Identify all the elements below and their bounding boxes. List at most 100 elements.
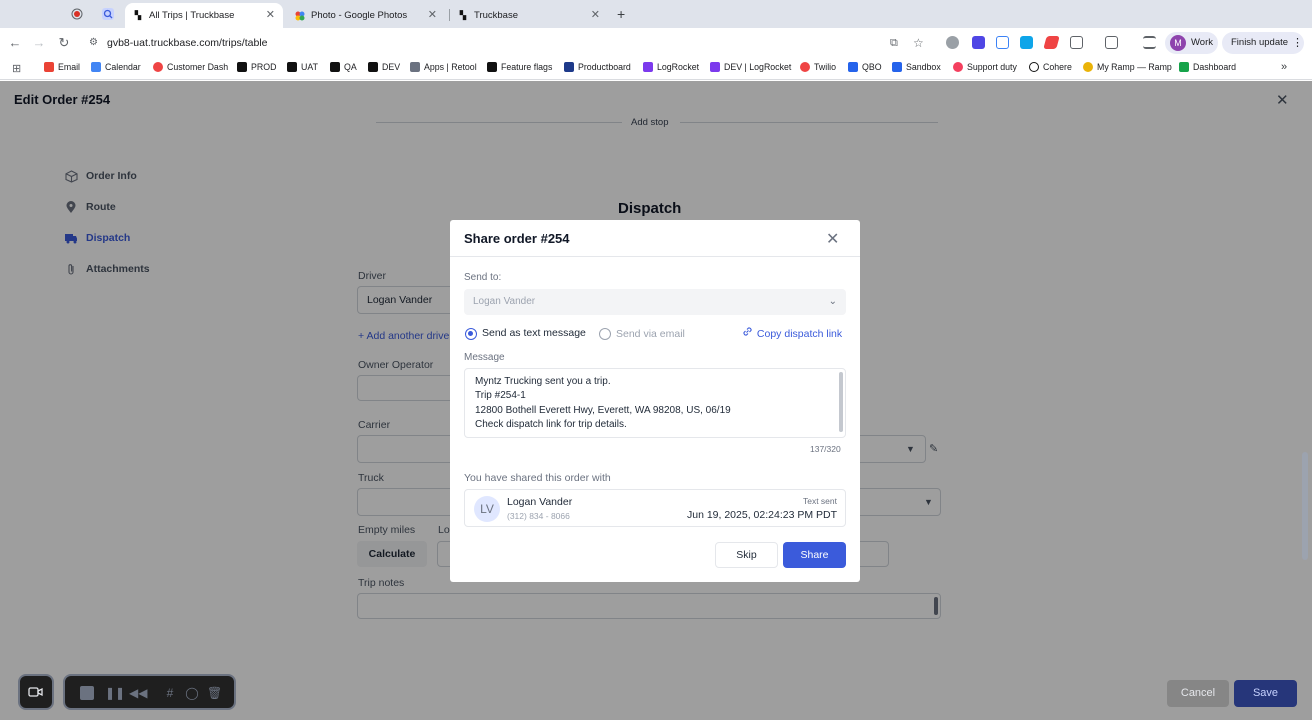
bookmark-qa[interactable]: QA bbox=[330, 62, 357, 72]
kebab-menu-icon[interactable]: ⋮ bbox=[1292, 32, 1303, 54]
bookmark-retool[interactable]: Apps | Retool bbox=[410, 62, 477, 72]
bookmark-qbo[interactable]: QBO bbox=[848, 62, 882, 72]
stop-icon[interactable] bbox=[80, 686, 94, 700]
tab-truckbase[interactable]: ▚ Truckbase ✕ bbox=[450, 3, 608, 28]
bookmark-twilio[interactable]: Twilio bbox=[800, 62, 836, 72]
bookmark-uat[interactable]: UAT bbox=[287, 62, 318, 72]
reload-icon[interactable]: ↻ bbox=[56, 35, 72, 51]
bookmark-prod[interactable]: PROD bbox=[237, 62, 276, 72]
email-label[interactable]: Send via email bbox=[616, 328, 685, 340]
recipient-value: Logan Vander bbox=[473, 296, 536, 307]
bookmark-productboard[interactable]: Productboard bbox=[564, 62, 631, 72]
site-settings-icon[interactable]: ⚙ bbox=[89, 32, 98, 54]
flag-icon bbox=[487, 62, 497, 72]
bookmark-cohere[interactable]: Cohere bbox=[1029, 62, 1072, 72]
gmail-icon bbox=[44, 62, 54, 72]
share-button[interactable]: Share bbox=[783, 542, 846, 568]
bookmark-support-duty[interactable]: Support duty bbox=[953, 62, 1017, 72]
skip-button[interactable]: Skip bbox=[715, 542, 778, 568]
qbo-icon bbox=[848, 62, 858, 72]
text-message-label[interactable]: Send as text message bbox=[482, 327, 586, 339]
bookmark-ramp[interactable]: My Ramp — Ramp bbox=[1083, 62, 1172, 72]
recipient-select[interactable]: Logan Vander ⌄ bbox=[464, 289, 846, 315]
apps-grid-icon[interactable]: ⊞ bbox=[12, 62, 21, 75]
bookmark-label: LogRocket bbox=[657, 62, 700, 72]
send-to-label: Send to: bbox=[464, 272, 502, 283]
close-tab-icon[interactable]: ✕ bbox=[428, 8, 437, 21]
dialog-title: Share order #254 bbox=[464, 231, 570, 246]
profile-name: Work bbox=[1191, 37, 1213, 48]
bookmark-label: Cohere bbox=[1043, 62, 1072, 72]
tab-title: Photo - Google Photos bbox=[311, 10, 408, 21]
close-tab-icon[interactable]: ✕ bbox=[266, 8, 275, 21]
extension-badge-icon[interactable] bbox=[972, 36, 985, 49]
email-radio[interactable] bbox=[599, 328, 611, 340]
message-textarea[interactable]: Myntz Trucking sent you a trip. Trip #25… bbox=[464, 368, 846, 438]
bookmarks-bar: ⊞ Email Calendar Customer Dash PROD UAT … bbox=[0, 58, 1312, 80]
back-icon[interactable]: ← bbox=[7, 35, 23, 51]
message-line: Check dispatch link for trip details. bbox=[475, 418, 627, 430]
bookmark-label: QA bbox=[344, 62, 357, 72]
search-tab-icon[interactable] bbox=[101, 7, 115, 21]
more-bookmarks-icon[interactable]: » bbox=[1281, 61, 1287, 73]
close-tab-icon[interactable]: ✕ bbox=[591, 8, 600, 21]
recorder-camera-button[interactable] bbox=[18, 674, 54, 710]
bookmark-logrocket[interactable]: LogRocket bbox=[643, 62, 699, 72]
extension-globe-icon[interactable] bbox=[946, 36, 959, 49]
extension-ramp-icon[interactable] bbox=[1043, 36, 1060, 49]
bookmark-customer-dash[interactable]: Customer Dash bbox=[153, 62, 228, 72]
rewind-icon[interactable]: ◀◀ bbox=[129, 686, 147, 700]
tab-google-photos[interactable]: Photo - Google Photos ✕ bbox=[287, 3, 445, 28]
bookmark-label: PROD bbox=[251, 62, 277, 72]
address-bar[interactable]: ⚙ gvb8-uat.truckbase.com/trips/table ⧉ ☆ bbox=[82, 32, 942, 54]
truckbase-icon bbox=[237, 62, 247, 72]
bookmark-feature-flags[interactable]: Feature flags bbox=[487, 62, 552, 72]
bookmark-sandbox[interactable]: Sandbox bbox=[892, 62, 941, 72]
page-scrollbar[interactable] bbox=[1302, 452, 1308, 560]
save-button[interactable]: Save bbox=[1234, 680, 1297, 707]
scrollbar[interactable] bbox=[839, 372, 843, 432]
forward-icon[interactable]: → bbox=[31, 35, 47, 51]
media-list-icon[interactable] bbox=[1143, 36, 1156, 49]
google-photos-icon bbox=[295, 11, 305, 21]
tab-all-trips[interactable]: ▚ All Trips | Truckbase ✕ bbox=[125, 3, 283, 28]
bookmark-label: UAT bbox=[301, 62, 318, 72]
twilio-icon bbox=[800, 62, 810, 72]
profile-button[interactable]: M Work bbox=[1165, 32, 1218, 54]
bookmark-calendar[interactable]: Calendar bbox=[91, 62, 141, 72]
close-icon[interactable]: ✕ bbox=[826, 229, 839, 249]
recorder-toolbar: ❚❚ ◀◀ # ◯ 🗑 bbox=[63, 674, 236, 710]
profile-avatar: M bbox=[1170, 35, 1186, 51]
grid-icon[interactable]: # bbox=[163, 686, 177, 700]
cancel-button[interactable]: Cancel bbox=[1167, 680, 1229, 707]
trash-icon[interactable]: 🗑 bbox=[207, 686, 222, 700]
chevron-down-icon: ⌄ bbox=[828, 296, 837, 307]
shared-with-label: You have shared this order with bbox=[464, 472, 611, 484]
extension-flag-icon[interactable] bbox=[1020, 36, 1033, 49]
new-tab-button[interactable]: + bbox=[617, 6, 625, 22]
text-message-radio[interactable] bbox=[465, 328, 477, 340]
bookmark-dashboard[interactable]: Dashboard bbox=[1179, 62, 1236, 72]
bookmark-email[interactable]: Email bbox=[44, 62, 80, 72]
record-icon[interactable] bbox=[70, 7, 84, 21]
bookmark-dev-logrocket[interactable]: DEV | LogRocket bbox=[710, 62, 791, 72]
logrocket-icon bbox=[643, 62, 653, 72]
truckbase-icon bbox=[330, 62, 340, 72]
finish-update-button[interactable]: Finish update ⋮ bbox=[1222, 32, 1304, 54]
bookmark-dev[interactable]: DEV bbox=[368, 62, 400, 72]
productboard-icon bbox=[564, 62, 574, 72]
pause-icon[interactable]: ❚❚ bbox=[105, 686, 125, 700]
cast-icon[interactable]: ⧉ bbox=[890, 32, 898, 54]
circle-icon[interactable]: ◯ bbox=[185, 686, 199, 700]
bookmark-label: Apps | Retool bbox=[424, 62, 477, 72]
sandbox-icon bbox=[892, 62, 902, 72]
extension-refresh-icon[interactable] bbox=[996, 36, 1009, 49]
side-panel-icon[interactable] bbox=[1105, 36, 1118, 49]
extensions-puzzle-icon[interactable] bbox=[1070, 36, 1083, 49]
copy-dispatch-link[interactable]: Copy dispatch link bbox=[742, 326, 842, 340]
bookmark-star-icon[interactable]: ☆ bbox=[913, 32, 924, 54]
sheets-icon bbox=[1179, 62, 1189, 72]
character-counter: 137/320 bbox=[810, 444, 841, 454]
bookmark-label: DEV bbox=[382, 62, 401, 72]
url-text: gvb8-uat.truckbase.com/trips/table bbox=[107, 37, 268, 49]
